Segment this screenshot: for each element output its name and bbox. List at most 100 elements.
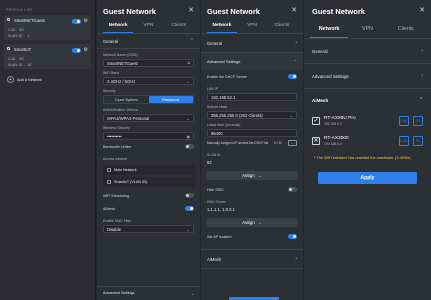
lan-ip-field[interactable]: 192.168.52.1 — [207, 93, 297, 101]
node-checkbox[interactable]: ✓ — [312, 117, 320, 125]
profile-toggle[interactable] — [72, 48, 81, 53]
add-network-button[interactable]: + Add a Network — [4, 73, 91, 86]
assign-label: Assign — [242, 173, 255, 178]
iot-network-option[interactable]: SmartIoT (VLAN 53) — [103, 177, 194, 187]
aimesh-node-1: ✓ RT-AX88U Pro 192.168.0.1 2.4G 5G — [304, 111, 431, 131]
profile-icon — [7, 18, 10, 21]
band-label: 2.4G — [8, 28, 16, 32]
section-advanced[interactable]: Advanced Settings › — [304, 64, 431, 89]
bandwidth-toggle[interactable] — [185, 144, 194, 149]
arrow-right-icon: → — [257, 220, 262, 225]
panel-title: Guest Network — [103, 7, 156, 16]
edit-icon[interactable]: ⧉ — [188, 61, 191, 65]
main-network-option[interactable]: Main Network — [103, 165, 194, 175]
profile-toggle[interactable] — [72, 19, 81, 24]
mac-filter-select[interactable]: Disable ⌄ — [103, 225, 194, 233]
chevron-right-icon: › — [295, 256, 297, 262]
dns-label: DNS Server — [207, 200, 226, 204]
lease-field[interactable]: 86400 — [207, 129, 297, 137]
section-general[interactable]: General ⌃ — [97, 34, 200, 49]
password-field[interactable]: •••••••••• ◉ — [103, 132, 194, 140]
tab-vpn[interactable]: VPN — [348, 22, 386, 38]
ssid-field[interactable]: SmartNETGuest ⧉ — [103, 59, 194, 67]
gear-icon[interactable]: ⚙ — [84, 47, 88, 53]
aimesh-node-2: ✕ RT-AX3000 192.168.0.3 2.4G 5G — [304, 131, 431, 151]
tab-bar: Network VPN Clients — [97, 20, 200, 34]
checkbox[interactable] — [107, 168, 111, 172]
section-general[interactable]: General › — [201, 34, 303, 53]
bandwidth-label: Bandwidth Limiter — [103, 144, 132, 149]
chevron-up-icon: ⌃ — [189, 38, 194, 44]
more-icon[interactable]: … — [287, 140, 297, 146]
profile-icon — [7, 47, 10, 50]
band-5g-icon[interactable]: 5G — [413, 116, 423, 126]
gear-icon[interactable]: ⚙ — [84, 18, 88, 24]
guest-network-panel-3: Guest Network ✕ Network VPN Clients Gene… — [304, 0, 431, 300]
band-24g-icon[interactable]: 2.4G — [399, 116, 409, 126]
tab-clients[interactable]: Clients — [387, 22, 425, 38]
section-aimesh[interactable]: AiMesh › — [201, 249, 303, 269]
apply-button[interactable]: Apply — [318, 172, 417, 185]
close-icon[interactable]: ✕ — [291, 6, 297, 14]
aimesh-toggle[interactable] — [185, 206, 194, 211]
manual-ip-count: 0 / 32 — [274, 141, 283, 145]
subnet-select[interactable]: 255.255.255.0 (253 Clients) ⌄ — [207, 111, 297, 119]
checkbox[interactable] — [107, 180, 111, 184]
band-value: 2.4GHz / 5GHz — [107, 78, 136, 84]
tab-clients[interactable]: Clients — [267, 20, 297, 33]
main-network-label: Main Network — [114, 168, 137, 172]
node-ip: 192.168.0.3 — [324, 142, 342, 146]
tab-vpn[interactable]: VPN — [133, 20, 163, 33]
security-open-option[interactable]: Open System — [104, 96, 149, 103]
close-icon[interactable]: ✕ — [419, 6, 425, 14]
chevron-down-icon: ⌄ — [186, 115, 190, 121]
assign-button[interactable]: Assign → — [207, 171, 297, 180]
band-label: 5G — [19, 28, 24, 32]
node-name: RT-AX88U Pro — [324, 116, 356, 121]
tab-network[interactable]: Network — [103, 20, 134, 33]
tab-network[interactable]: Network — [310, 22, 349, 38]
security-password-option[interactable]: Password — [148, 96, 193, 103]
advanced-label: Advanced Settings — [103, 291, 135, 295]
assign-dns-button[interactable]: Assign → — [207, 218, 297, 227]
vlan-label: VLAN: 52 — [8, 34, 23, 38]
section-general[interactable]: General › — [304, 39, 431, 64]
profile-card-guest[interactable]: SmartNETGuest ⚙ 2.4G 5G VLAN: 52 2 — [4, 15, 91, 40]
wireless-security-label: Wireless Security — [103, 126, 131, 130]
close-icon[interactable]: ✕ — [188, 6, 194, 14]
ap-isolated-toggle[interactable] — [288, 234, 297, 239]
section-advanced[interactable]: Advanced Settings ⌃ — [201, 53, 303, 70]
tab-clients[interactable]: Clients — [164, 20, 194, 33]
section-aimesh[interactable]: AiMesh ⌃ — [304, 89, 431, 111]
arrow-right-icon: → — [257, 173, 262, 178]
hide-ssid-label: Hide SSID — [207, 187, 224, 192]
band-24g-icon[interactable]: 2.4G — [399, 136, 409, 146]
dns-value: 1.1.1.1, 1.0.0.1 — [207, 207, 235, 212]
tab-vpn[interactable]: VPN — [237, 20, 267, 33]
client-count: 2 — [27, 34, 30, 38]
manual-ip-label: Manually Assigned IP around the DHCP lis… — [207, 141, 269, 145]
wifi-scheduling-toggle[interactable] — [185, 193, 194, 198]
dhcp-toggle[interactable] — [288, 74, 297, 79]
dhcp-label: Enable the DHCP Server — [207, 74, 247, 79]
ap-isolated-row: Set AP Isolated — [201, 230, 303, 243]
mac-filter-label: Enable MAC Filter — [103, 219, 132, 223]
node-checkbox[interactable]: ✕ — [312, 137, 320, 145]
manual-ip-row: Manually Assigned IP around the DHCP lis… — [201, 137, 303, 149]
band-5g-icon[interactable]: 5G — [413, 136, 423, 146]
guest-network-panel-1: Guest Network ✕ Network VPN Clients Gene… — [97, 0, 200, 300]
tab-bar: Network VPN Clients — [304, 22, 431, 39]
vlan-label: VLAN: 53 — [8, 63, 23, 67]
profile-card-iot[interactable]: SmartIoT ⚙ 2.4G 5G VLAN: 53 16 — [4, 44, 91, 69]
auth-select[interactable]: WPA2/WPA3-Personal ⌄ — [103, 114, 194, 122]
band-label: 2.4G — [8, 57, 16, 61]
section-label: Advanced Settings — [312, 73, 349, 79]
eye-icon[interactable]: ◉ — [187, 134, 191, 139]
section-label: AiMesh — [312, 97, 329, 103]
section-label: General — [207, 40, 222, 46]
hide-ssid-toggle[interactable] — [288, 187, 297, 192]
advanced-settings-section[interactable]: Advanced Settings ⌄ — [97, 286, 200, 300]
node-ip: 192.168.0.1 — [324, 122, 342, 126]
tab-network[interactable]: Network — [207, 20, 237, 33]
band-select[interactable]: 2.4GHz / 5GHz ⌄ — [103, 77, 194, 85]
